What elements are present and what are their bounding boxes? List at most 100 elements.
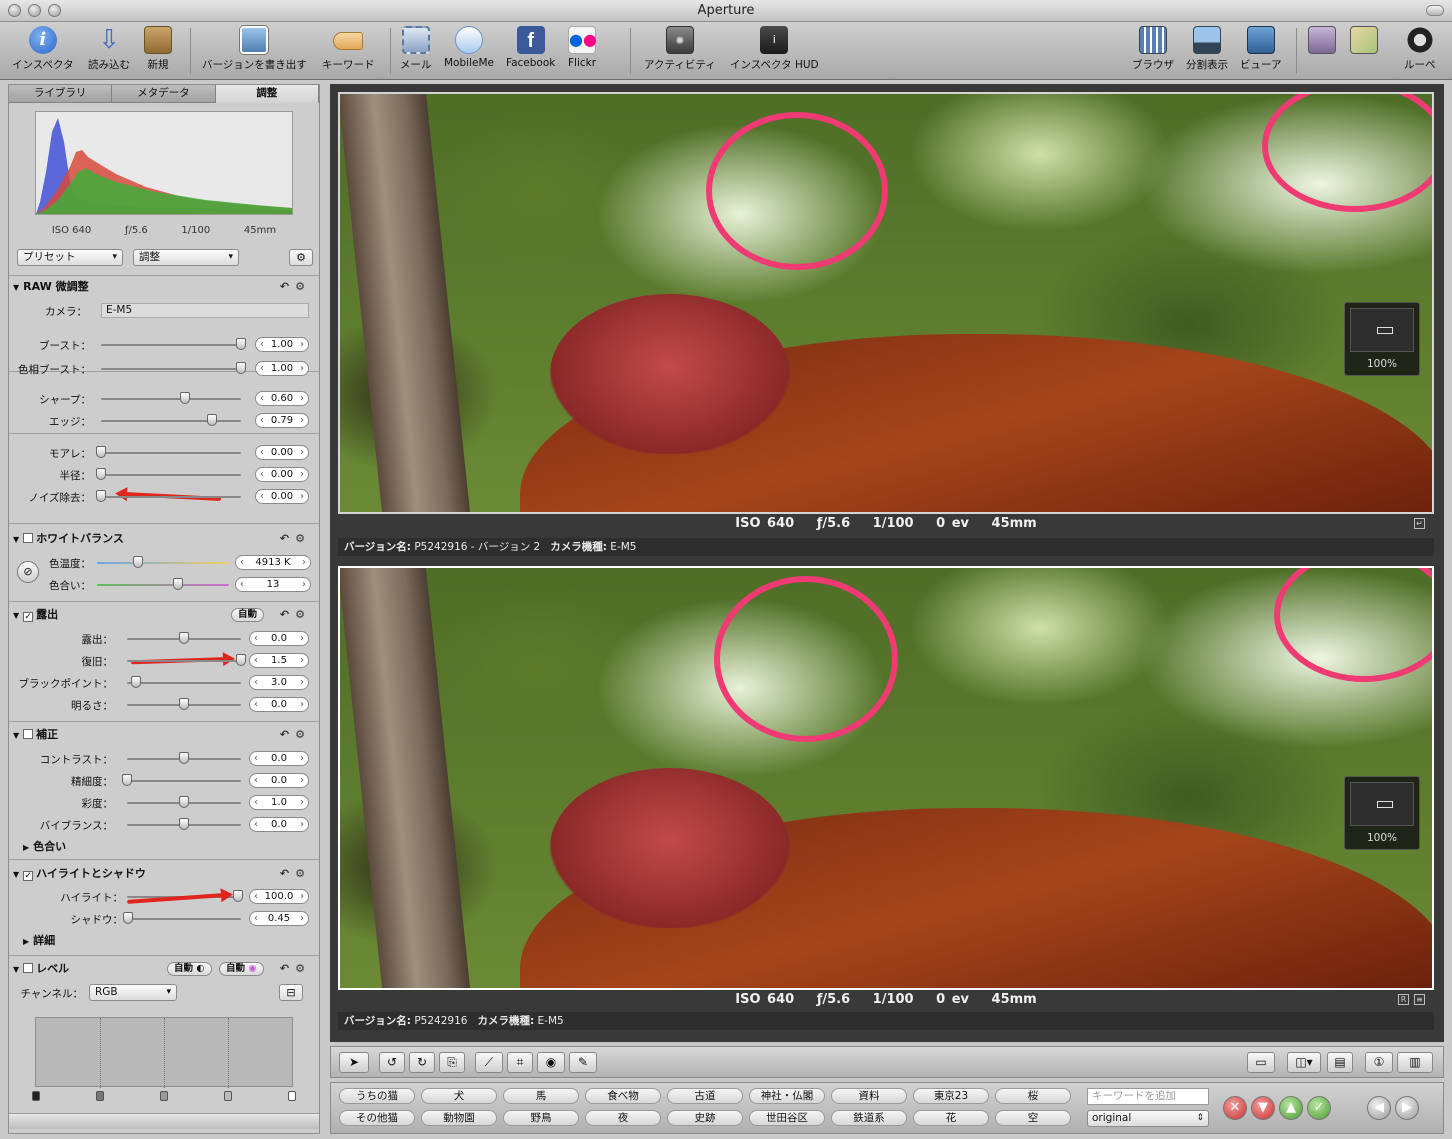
levels-auto-rgb-button[interactable]: 自動 ◉ [219, 962, 264, 976]
slider-value-field[interactable]: 1.00 [255, 361, 309, 376]
highlight-knob[interactable] [233, 890, 243, 902]
white-balance-header[interactable]: ▼ ホワイトバランス ↶⚙ [9, 529, 319, 549]
exposure-header[interactable]: ▼ ✓ 露出 自動 ↶⚙ [9, 605, 319, 625]
tab-metadata[interactable]: メタデータ [112, 85, 216, 103]
keyword-preset-button[interactable]: 資料 [831, 1088, 907, 1104]
color-temperature-value[interactable]: 4913 K [235, 555, 311, 570]
slider-track[interactable] [101, 398, 241, 400]
keyword-preset-button[interactable]: 神社・仏閣 [749, 1088, 825, 1104]
flickr-button[interactable]: ●● Flickr [568, 26, 597, 69]
levels-checkbox[interactable] [23, 963, 34, 973]
keyword-preset-button[interactable]: 空 [995, 1110, 1071, 1126]
photo-version-2[interactable]: 100% [338, 92, 1434, 514]
crop-tool-button[interactable]: ⌗ [507, 1052, 533, 1073]
activity-button[interactable]: ✺ アクティビティ [644, 26, 716, 72]
white-balance-checkbox[interactable] [23, 533, 34, 543]
slider-knob[interactable] [179, 632, 189, 644]
slider-track[interactable] [101, 420, 241, 422]
tab-library[interactable]: ライブラリ [9, 85, 113, 103]
inspector-hud-button[interactable]: ⅰ インスペクタ HUD [730, 26, 819, 72]
reset-and-gear-icons[interactable]: ↶⚙ [280, 959, 311, 979]
slider-value-field[interactable]: 0.0 [249, 817, 309, 832]
raw-fine-tuning-header[interactable]: ▼ RAW 微調整 ↶⚙ [9, 277, 319, 297]
keyword-set-select[interactable]: original [1087, 1110, 1209, 1127]
tint-subsection[interactable]: ▶ 色合い [9, 837, 319, 857]
slider-knob[interactable] [206, 414, 217, 426]
slider-value-field[interactable]: 0.0 [249, 697, 309, 712]
slider-value-field[interactable]: 0.0 [249, 751, 309, 766]
increase-rating-button[interactable]: ▲ [1279, 1096, 1303, 1120]
slider-knob[interactable] [131, 676, 142, 688]
keyword-button[interactable]: キーワード [322, 26, 375, 72]
mobileme-button[interactable]: MobileMe [444, 26, 494, 69]
slider-track[interactable] [127, 660, 241, 662]
single-view-button[interactable]: ① [1365, 1052, 1393, 1073]
slider-value-field[interactable]: 0.79 [255, 413, 309, 428]
slider-value-field[interactable]: 0.00 [255, 467, 309, 482]
color-temperature-knob[interactable] [133, 556, 143, 568]
enhance-header[interactable]: ▼ 補正 ↶⚙ [9, 725, 319, 745]
zoom-navigator[interactable] [1350, 782, 1414, 826]
keyword-preset-button[interactable]: 桜 [995, 1088, 1071, 1104]
red-eye-tool-button[interactable]: ◉ [537, 1052, 565, 1073]
inspector-button[interactable]: i インスペクタ [12, 26, 74, 72]
highlight-value[interactable]: 100.0 [249, 889, 309, 904]
reset-and-gear-icons[interactable]: ↶⚙ [280, 864, 311, 884]
close-window-button[interactable] [8, 4, 21, 17]
slider-value-field[interactable]: 1.0 [249, 795, 309, 810]
straighten-tool-button[interactable]: ⟋ [475, 1052, 503, 1073]
reject-button[interactable]: ✕ [1223, 1096, 1247, 1120]
slider-value-field[interactable]: 0.0 [249, 773, 309, 788]
fullscreen-button[interactable]: ▭ [1247, 1052, 1275, 1073]
mail-button[interactable]: メール [400, 26, 432, 72]
write-version-button[interactable]: バージョンを書き出す [202, 26, 307, 72]
loupe-button[interactable]: ルーペ [1404, 26, 1436, 72]
previous-image-button[interactable]: ◀ [1367, 1096, 1391, 1120]
slider-track[interactable] [101, 496, 241, 498]
slider-knob[interactable] [236, 654, 246, 666]
image-viewer[interactable]: 100% ISO 640 ƒ/5.6 1/100 0 ev 45mm ↵ バージ… [330, 84, 1444, 1042]
keyword-preset-button[interactable]: うちの猫 [339, 1088, 415, 1104]
settings-gear-button[interactable]: ⚙ [289, 249, 313, 266]
keyword-preset-button[interactable]: 野鳥 [503, 1110, 579, 1126]
viewer-button[interactable]: ビューア [1240, 26, 1282, 72]
add-keyword-input[interactable]: キーワードを追加 [1087, 1088, 1209, 1105]
levels-header[interactable]: ▼ レベル 自動 ◐ 自動 ◉ ↶⚙ [9, 959, 319, 979]
highlights-shadows-header[interactable]: ▼ ✓ ハイライトとシャドウ ↶⚙ [9, 864, 319, 884]
tint-track[interactable] [97, 584, 229, 586]
levels-black-point-handle[interactable] [32, 1091, 40, 1101]
slider-knob[interactable] [96, 446, 106, 458]
reset-and-gear-icons[interactable]: ↶⚙ [280, 277, 311, 297]
levels-white-point-handle[interactable] [288, 1091, 296, 1101]
slider-value-field[interactable]: 0.60 [255, 391, 309, 406]
levels-three-quarter-handle[interactable] [224, 1091, 232, 1101]
zoom-indicator[interactable]: 100% [1344, 776, 1420, 850]
rotate-left-button[interactable]: ↺ [379, 1052, 405, 1073]
slider-knob[interactable] [179, 796, 189, 808]
detail-subsection[interactable]: ▶ 詳細 [9, 931, 319, 951]
photo-master[interactable]: 100% [338, 566, 1434, 990]
slider-track[interactable] [101, 474, 241, 476]
keyword-preset-button[interactable]: 古道 [667, 1088, 743, 1104]
slider-knob[interactable] [179, 818, 189, 830]
keyword-preset-button[interactable]: 花 [913, 1110, 989, 1126]
zoom-indicator[interactable]: 100% [1344, 302, 1420, 376]
keyword-preset-button[interactable]: 食べ物 [585, 1088, 661, 1104]
slider-track[interactable] [127, 780, 241, 782]
slider-knob[interactable] [96, 468, 106, 480]
keyword-preset-button[interactable]: 世田谷区 [749, 1110, 825, 1126]
slider-knob[interactable] [96, 490, 106, 502]
browser-button[interactable]: ブラウザ [1132, 26, 1174, 72]
rotate-right-button[interactable]: ↻ [409, 1052, 435, 1073]
selection-tool-button[interactable]: ➤ [339, 1052, 369, 1073]
brush-tool-button[interactable]: ✎ [569, 1052, 597, 1073]
tab-adjustments[interactable]: 調整 [215, 85, 319, 103]
slider-knob[interactable] [122, 774, 132, 786]
slider-track[interactable] [101, 344, 241, 346]
import-button[interactable]: ⇩ 読み込む [88, 26, 130, 72]
slider-value-field[interactable]: 3.0 [249, 675, 309, 690]
slider-value-field[interactable]: 0.00 [255, 489, 309, 504]
slider-knob[interactable] [236, 338, 246, 350]
exposure-checkbox[interactable]: ✓ [23, 612, 34, 622]
zoom-navigator[interactable] [1350, 308, 1414, 352]
